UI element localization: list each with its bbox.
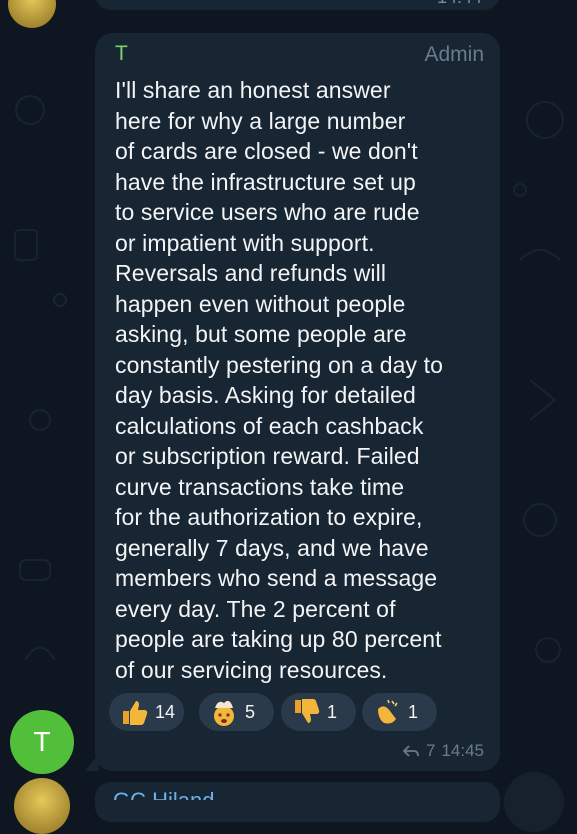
message-meta: 7 14:45 [402, 741, 484, 761]
thumbs-up-icon [123, 701, 148, 725]
previous-message-time: 14:44 [437, 0, 482, 8]
clapping-hands-icon [378, 699, 398, 724]
next-sender-name[interactable]: GC Hiland [113, 788, 214, 800]
reaction-count: 1 [327, 701, 338, 722]
message-bubble[interactable]: T Admin I'll share an honest answer here… [85, 33, 500, 771]
thumbs-down-icon [295, 699, 320, 723]
reaction-count: 1 [408, 701, 419, 722]
reaction-clapping[interactable]: 1 [362, 693, 437, 731]
reaction-thumbs-down[interactable]: 1 [281, 693, 356, 731]
sender-name[interactable]: T [115, 42, 128, 66]
exploding-head-icon [214, 700, 234, 726]
previous-message-bubble[interactable]: 14:44 [95, 0, 500, 10]
message-text: I'll share an honest answer here for why… [115, 77, 443, 683]
scroll-down-button[interactable] [504, 772, 564, 832]
forward-icon [402, 745, 419, 757]
reaction-thumbs-up[interactable]: 14 [109, 693, 184, 731]
sender-role-badge: Admin [424, 43, 484, 66]
reaction-count: 5 [245, 701, 256, 722]
reaction-exploding-head[interactable]: 5 [199, 693, 274, 731]
sender-avatar[interactable]: T [10, 710, 74, 774]
message-time: 14:45 [441, 741, 484, 760]
reaction-count: 14 [155, 701, 176, 722]
forward-count: 7 [425, 741, 436, 760]
next-message-bubble[interactable]: GC Hiland [95, 782, 500, 822]
avatar-letter: T [33, 726, 51, 757]
next-sender-avatar[interactable] [14, 778, 70, 834]
